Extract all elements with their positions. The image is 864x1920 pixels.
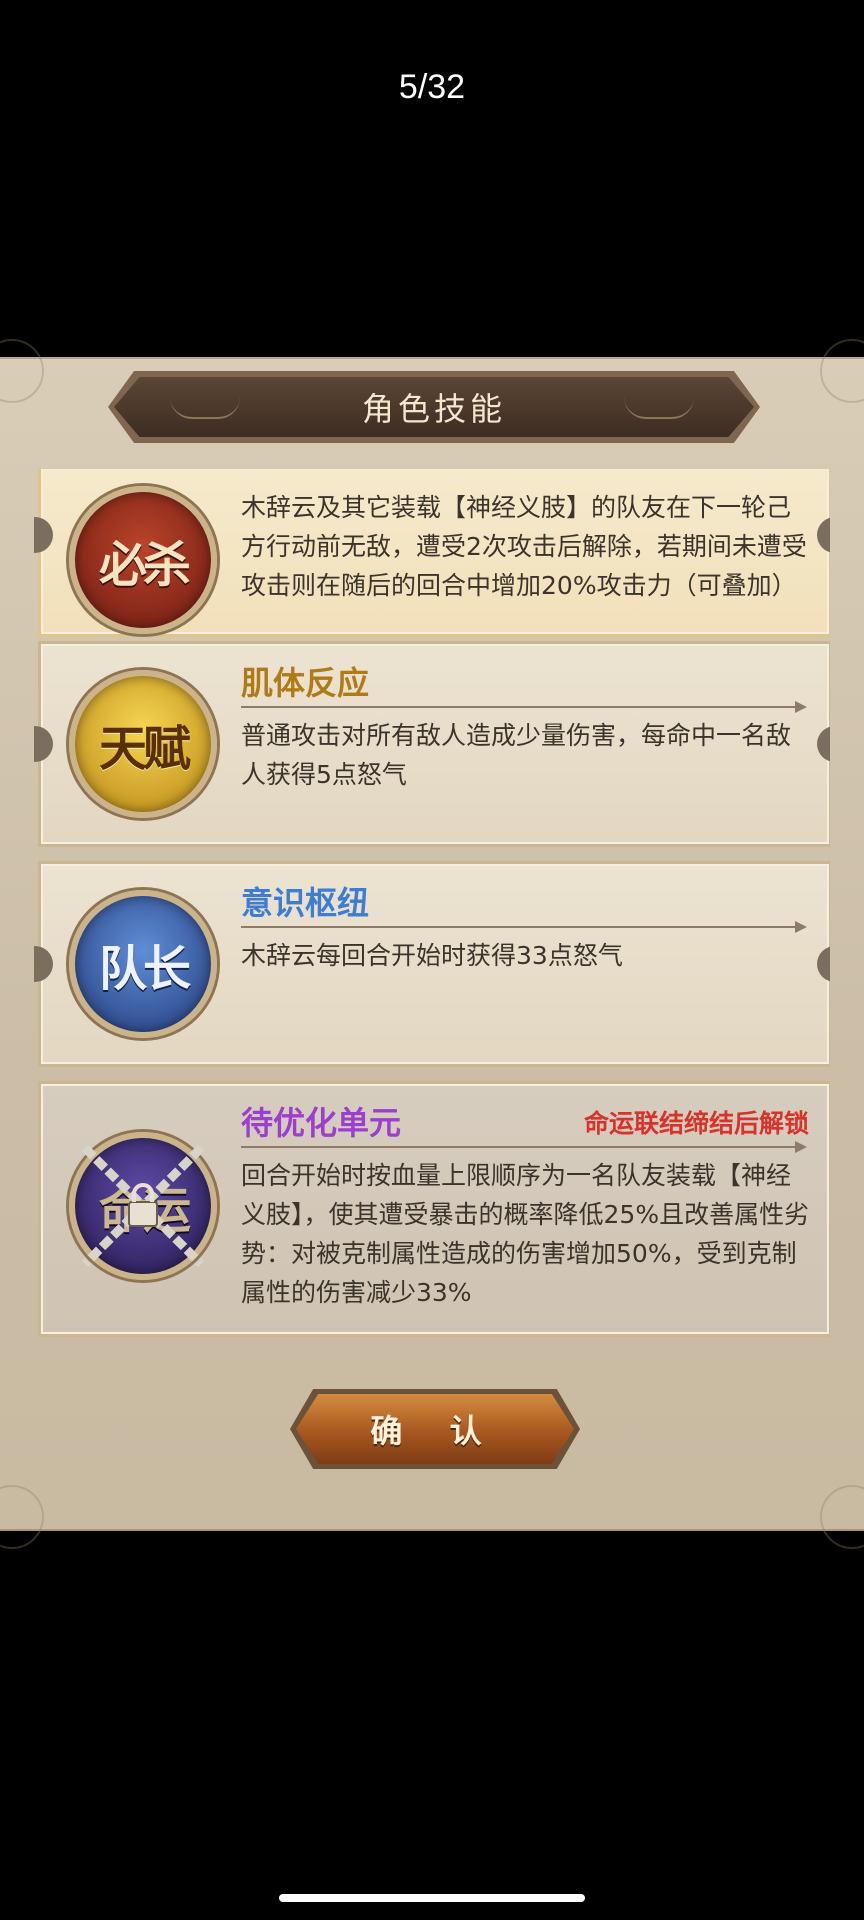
skill-card-leader[interactable]: 队长 意识枢纽 木辞云每回合开始时获得33点怒气 (34, 861, 830, 1067)
card-notch (817, 946, 830, 982)
skill-description: 回合开始时按血量上限顺序为一名队友装载【神经义肢】，使其遭受暴击的概率降低25%… (241, 1161, 810, 1307)
ultimate-badge-icon: 必杀 (69, 486, 217, 634)
card-notch (817, 726, 830, 762)
skill-divider (241, 921, 807, 933)
card-notch (34, 726, 53, 762)
skill-description: 木辞云及其它装载【神经义肢】的队友在下一轮己方行动前无敌，遭受2次攻击后解除，若… (241, 493, 807, 600)
skill-description: 普通攻击对所有敌人造成少量伤害，每命中一名敌人获得5点怒气 (241, 721, 792, 789)
card-notch (34, 517, 53, 553)
swirl-ornament-right (624, 397, 694, 419)
skill-divider (241, 1141, 807, 1153)
chain-lock-icon (81, 1144, 205, 1268)
corner-ornament (820, 1485, 864, 1549)
skill-panel: 角色技能 必杀 木辞云及其它装载【神经义肢】的队友在下一轮己方行动前无敌，遭受2… (0, 339, 864, 1549)
skill-card-talent[interactable]: 天赋 肌体反应 普通攻击对所有敌人造成少量伤害，每命中一名敌人获得5点怒气 (34, 641, 830, 847)
skill-card-ultimate[interactable]: 必杀 木辞云及其它装载【神经义肢】的队友在下一轮己方行动前无敌，遭受2次攻击后解… (34, 469, 830, 637)
skill-divider (241, 701, 807, 713)
card-notch (817, 517, 830, 553)
badge-label: 必杀 (98, 537, 191, 593)
confirm-button[interactable]: 确 认 (296, 1394, 574, 1464)
skill-card-destiny[interactable]: 命运 待优化单元 命运联结缔结后解锁 回合开始时按血量上限顺序为一名队友装载【神… (38, 1081, 830, 1337)
corner-ornament (0, 339, 44, 403)
destiny-badge-icon: 命运 (69, 1132, 217, 1280)
skill-list[interactable]: 必杀 木辞云及其它装载【神经义肢】的队友在下一轮己方行动前无敌，遭受2次攻击后解… (34, 469, 830, 1359)
leader-badge-icon: 队长 (69, 890, 217, 1038)
swirl-ornament-left (170, 397, 240, 419)
panel-title: 角色技能 (361, 390, 506, 428)
skill-description: 木辞云每回合开始时获得33点怒气 (241, 941, 623, 970)
skill-name: 肌体反应 (241, 664, 370, 702)
skill-name: 意识枢纽 (241, 884, 370, 922)
corner-ornament (0, 1485, 44, 1549)
home-indicator[interactable] (279, 1894, 585, 1902)
badge-label: 天赋 (98, 721, 191, 777)
page-counter: 5/32 (398, 68, 466, 106)
unlock-condition: 命运联结缔结后解锁 (583, 1109, 809, 1138)
card-notch (34, 946, 53, 982)
skill-name: 待优化单元 (241, 1104, 402, 1142)
badge-label: 队长 (98, 941, 191, 997)
talent-badge-icon: 天赋 (69, 670, 217, 818)
corner-ornament (820, 339, 864, 403)
confirm-button-frame: 确 认 (290, 1389, 580, 1469)
